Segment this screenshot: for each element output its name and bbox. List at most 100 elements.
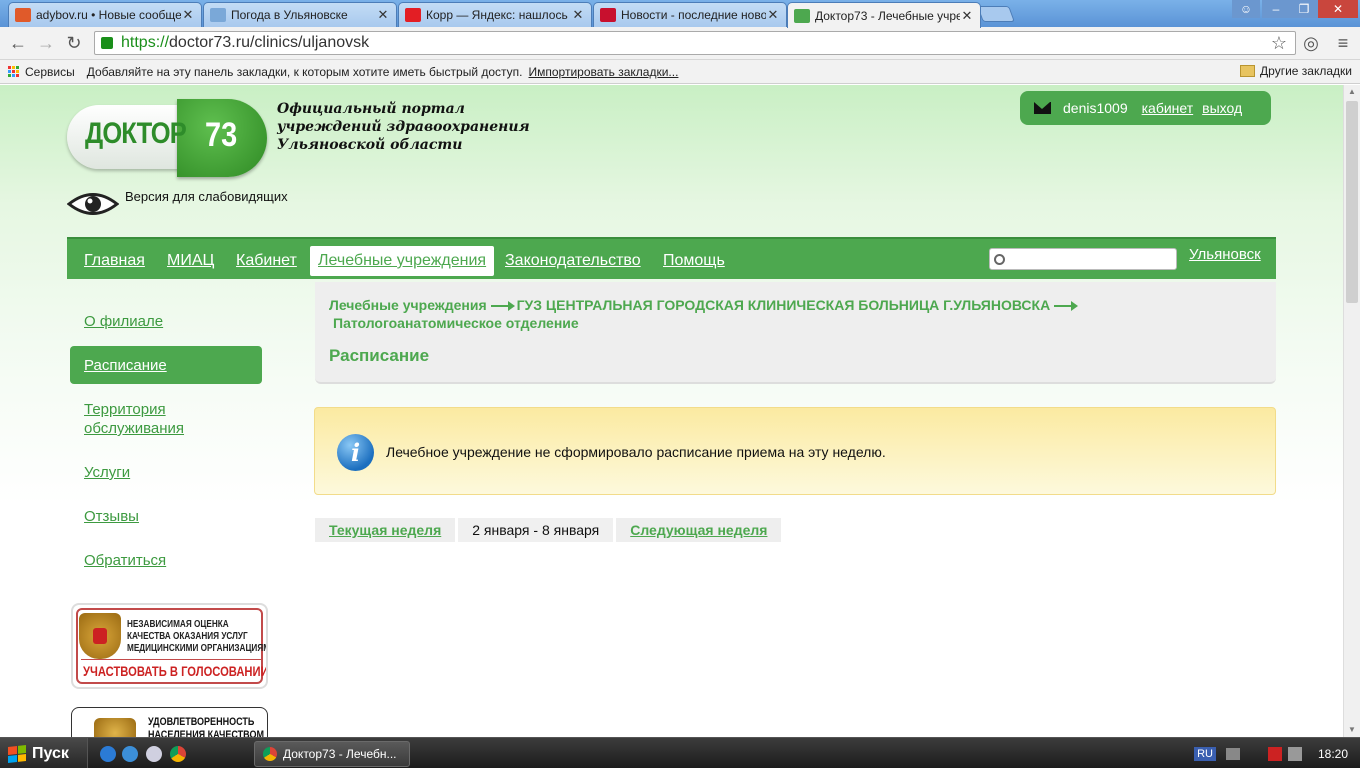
tab-favicon-icon xyxy=(600,8,616,22)
explorer-icon[interactable] xyxy=(122,746,138,762)
doctor73-logo[interactable]: ДОКТОР 73 xyxy=(67,99,267,177)
search-box xyxy=(989,248,1177,270)
sidebar-item-about[interactable]: О филиале xyxy=(70,312,262,331)
extension-icon[interactable]: ◎ xyxy=(1299,32,1323,54)
sidebar-item-territory[interactable]: Территория обслуживания xyxy=(70,400,262,438)
tab-title: Погода в Ульяновске xyxy=(231,8,348,22)
services-link[interactable]: Сервисы xyxy=(25,65,75,79)
breadcrumb-hospital[interactable]: ГУЗ ЦЕНТРАЛЬНАЯ ГОРОДСКАЯ КЛИНИЧЕСКАЯ БО… xyxy=(517,297,1051,313)
notice-message: Лечебное учреждение не сформировало расп… xyxy=(386,444,886,460)
scroll-up-icon[interactable]: ▲ xyxy=(1344,85,1360,99)
breadcrumb-clinics[interactable]: Лечебные учреждения xyxy=(329,297,487,313)
cabinet-link[interactable]: кабинет xyxy=(1142,100,1194,116)
eye-icon[interactable] xyxy=(67,191,119,217)
city-selector[interactable]: Ульяновск xyxy=(1189,246,1261,263)
web-page: ДОКТОР 73 Официальный портал учреждений … xyxy=(0,85,1343,737)
search-input[interactable] xyxy=(1009,252,1169,266)
breadcrumb-department[interactable]: Патологоанатомическое отделение xyxy=(329,314,1249,332)
nav-item-help[interactable]: Помощь xyxy=(655,246,733,276)
menu-icon[interactable]: ≡ xyxy=(1331,32,1355,54)
week-range: 2 января - 8 января xyxy=(458,518,614,542)
taskbar-item-chrome[interactable]: Доктор73 - Лечебн... xyxy=(254,741,410,767)
bookmarks-bar: Сервисы Добавляйте на эту панель закладк… xyxy=(0,60,1360,84)
antivirus-icon[interactable] xyxy=(1267,746,1282,761)
scroll-down-icon[interactable]: ▼ xyxy=(1344,723,1360,737)
scrollbar-thumb[interactable] xyxy=(1346,101,1358,303)
minimize-button[interactable]: – xyxy=(1262,0,1290,18)
language-indicator[interactable]: RU xyxy=(1194,746,1216,761)
portal-title-line: учреждений здравоохранения xyxy=(277,119,530,135)
back-icon[interactable]: ← xyxy=(6,32,30,54)
tab-close-icon[interactable]: ✕ xyxy=(181,7,195,23)
breadcrumb: Лечебные учреждения ГУЗ ЦЕНТРАЛЬНАЯ ГОРОД… xyxy=(329,296,1249,332)
sidebar-item-schedule[interactable]: Расписание xyxy=(70,346,262,384)
sidebar-item-reviews[interactable]: Отзывы xyxy=(70,507,262,526)
chrome-icon xyxy=(263,747,277,761)
username: denis1009 xyxy=(1063,100,1128,116)
sidebar-item-label: Расписание xyxy=(84,356,167,374)
coat-of-arms-icon xyxy=(94,718,136,737)
media-player-icon[interactable] xyxy=(146,746,162,762)
next-week-link[interactable]: Следующая неделя xyxy=(616,518,782,542)
address-bar[interactable]: https:// doctor73.ru/clinics/uljanovsk xyxy=(94,31,1296,55)
restore-button[interactable]: ❐ xyxy=(1290,0,1318,18)
page-scrollbar[interactable]: ▲ ▼ xyxy=(1343,85,1360,737)
tab-close-icon[interactable]: ✕ xyxy=(766,7,780,23)
start-label: Пуск xyxy=(32,744,69,762)
user-icon[interactable]: ☺ xyxy=(1232,0,1260,18)
apps-grid-icon[interactable] xyxy=(8,66,19,77)
current-week-link[interactable]: Текущая неделя xyxy=(315,518,456,542)
tab-adybov[interactable]: adybov.ru • Новые сообщения ✕ xyxy=(8,2,202,27)
bookmark-star-icon[interactable]: ☆ xyxy=(1267,32,1291,54)
keyboard-icon[interactable] xyxy=(1225,747,1240,760)
tab-title: adybov.ru • Новые сообщения xyxy=(36,8,181,22)
coat-of-arms-icon xyxy=(79,613,121,659)
nav-item-cabinet[interactable]: Кабинет xyxy=(228,246,305,276)
arrow-right-icon xyxy=(1054,301,1079,312)
nav-item-home[interactable]: Главная xyxy=(76,246,153,276)
lock-icon xyxy=(101,37,113,49)
taskbar-item-label: Доктор73 - Лечебн... xyxy=(283,747,397,761)
tab-news[interactable]: Новости - последние новости ✕ xyxy=(593,2,787,27)
tab-yandex[interactable]: Корр — Яндекс: нашлось 3 млн ✕ xyxy=(398,2,592,27)
sidebar-item-contact[interactable]: Обратиться xyxy=(70,551,262,570)
tab-close-icon[interactable]: ✕ xyxy=(960,8,974,24)
browser-toolbar: ← → ↻ https:// doctor73.ru/clinics/uljan… xyxy=(0,27,1360,60)
info-icon: i xyxy=(337,434,374,471)
forward-icon[interactable]: → xyxy=(34,32,58,54)
nav-item-miac[interactable]: МИАЦ xyxy=(159,246,222,276)
start-button[interactable]: Пуск xyxy=(0,738,88,768)
tab-favicon-icon xyxy=(794,8,810,23)
tab-title: Доктор73 - Лечебные учреждения xyxy=(815,8,960,23)
url-path: doctor73.ru/clinics/uljanovsk xyxy=(169,34,370,51)
screen: adybov.ru • Новые сообщения ✕ Погода в У… xyxy=(0,0,1360,768)
envelope-icon[interactable] xyxy=(1034,102,1051,114)
quality-vote-banner[interactable]: НЕЗАВИСИМАЯ ОЦЕНКА КАЧЕСТВА ОКАЗАНИЯ УСЛ… xyxy=(71,603,268,689)
ie-icon[interactable] xyxy=(100,746,116,762)
clock[interactable]: 18:20 xyxy=(1318,747,1348,761)
user-panel: denis1009 кабинет выход xyxy=(1020,91,1271,125)
tab-weather[interactable]: Погода в Ульяновске ✕ xyxy=(203,2,397,27)
reload-icon[interactable]: ↻ xyxy=(62,32,86,54)
portal-title-line: Официальный портал xyxy=(277,101,465,117)
tab-close-icon[interactable]: ✕ xyxy=(376,7,390,23)
new-tab-button[interactable] xyxy=(977,6,1015,22)
browser-tab-strip: adybov.ru • Новые сообщения ✕ Погода в У… xyxy=(0,0,1360,28)
sidebar-item-services[interactable]: Услуги xyxy=(70,463,262,482)
close-window-button[interactable]: ✕ xyxy=(1318,0,1358,18)
vote-call-to-action: УЧАСТВОВАТЬ В ГОЛОСОВАНИИ xyxy=(83,663,268,679)
tab-doctor73[interactable]: Доктор73 - Лечебные учреждения ✕ xyxy=(787,2,981,28)
volume-icon[interactable] xyxy=(1287,746,1302,761)
satisfaction-banner[interactable]: УДОВЛЕТВОРЕННОСТЬ НАСЕЛЕНИЯ КАЧЕСТВОМ xyxy=(71,707,268,737)
other-bookmarks[interactable]: Другие закладки xyxy=(1240,64,1352,78)
logout-link[interactable]: выход xyxy=(1202,100,1242,116)
import-bookmarks-link[interactable]: Импортировать закладки... xyxy=(529,65,679,79)
nav-item-legislation[interactable]: Законодательство xyxy=(497,246,649,276)
tab-title: Корр — Яндекс: нашлось 3 млн xyxy=(426,8,571,22)
nav-item-clinics[interactable]: Лечебные учреждения xyxy=(310,246,495,276)
chrome-icon[interactable] xyxy=(170,746,186,762)
low-vision-link[interactable]: Версия для слабовидящих xyxy=(125,189,288,204)
tab-close-icon[interactable]: ✕ xyxy=(571,7,585,23)
info-notice: i Лечебное учреждение не сформировало ра… xyxy=(314,407,1276,495)
bookmarks-hint: Добавляйте на эту панель закладки, к кот… xyxy=(86,64,523,79)
